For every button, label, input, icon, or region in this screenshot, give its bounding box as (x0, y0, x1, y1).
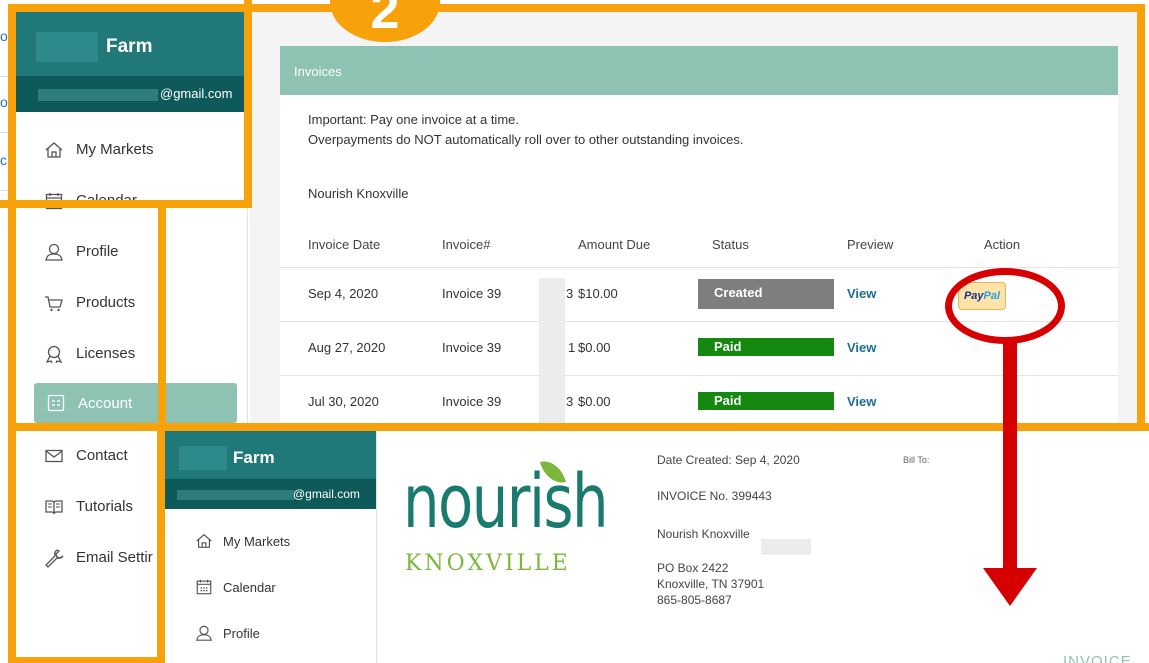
sidebar-item-profile[interactable]: Profile (165, 610, 376, 656)
amount-due: $0.00 (578, 394, 611, 409)
invoice-heading: INVOICE (1063, 653, 1132, 663)
column-header: Invoice Date (308, 237, 381, 252)
farm-name: Farm (233, 448, 275, 467)
inset-sidebar-nav: My Markets Calendar Profile (165, 509, 376, 656)
amount-due: $10.00 (578, 286, 618, 301)
amount-due: $0.00 (578, 340, 611, 355)
background-text: oc (0, 28, 15, 44)
column-header: Amount Due (578, 237, 651, 252)
redaction-block (761, 539, 811, 555)
email-domain: @gmail.com (160, 86, 233, 101)
redaction-block (36, 32, 98, 62)
invoice-date: Sep 4, 2020 (308, 286, 379, 301)
wrench-icon (44, 548, 64, 568)
invoice-number: Invoice 39 (442, 286, 502, 301)
table-row: Jul 30, 2020 Invoice 39 3 $0.00 Paid Vie… (280, 376, 1118, 430)
redaction-block (177, 490, 295, 500)
calendar-icon (195, 578, 213, 596)
sidebar-item-licenses[interactable]: Licenses (16, 328, 247, 379)
invoice-number-tail: 3 (566, 394, 574, 409)
sidebar-item-label: Profile (223, 625, 260, 641)
sidebar-item-label: Profile (76, 243, 119, 260)
sidebar-item-label: Products (76, 294, 136, 311)
account-icon (46, 393, 66, 413)
invoice-number: Invoice 39 (442, 394, 502, 409)
sidebar-item-account[interactable]: Account (34, 383, 237, 423)
background-text: c (0, 152, 7, 168)
farm-name: Farm (106, 36, 153, 57)
notice-line: Overpayments do NOT automatically roll o… (308, 132, 744, 147)
sidebar-item-label: Tutorials (76, 498, 133, 515)
sidebar-item-label: My Markets (223, 533, 291, 549)
payment-notice: Important: Pay one invoice at a time. Ov… (308, 110, 743, 150)
calendar-icon (44, 191, 64, 211)
inset-sidebar: Farm @gmail.com My Markets Calendar Prof… (165, 431, 377, 663)
invoice-preview-inset: Farm @gmail.com My Markets Calendar Prof… (165, 431, 1149, 663)
invoice-number: INVOICE No. 399443 (657, 489, 772, 503)
redaction-block (539, 278, 565, 424)
home-icon (195, 532, 213, 550)
redaction-block (38, 89, 158, 101)
email-domain: @gmail.com (293, 487, 360, 501)
status-badge: Created (698, 279, 834, 309)
background-text: o (0, 94, 8, 110)
sidebar-item-label: Licenses (76, 345, 136, 362)
address-line: Knoxville, TN 37901 (657, 577, 765, 591)
sidebar-item-label: Calendar (76, 192, 137, 209)
view-link[interactable]: View (847, 394, 876, 409)
invoice-number-tail: 3 (566, 286, 574, 301)
cart-icon (44, 293, 64, 313)
table-header: Invoice Date Invoice# Amount Due Status … (280, 234, 1118, 268)
envelope-icon (44, 446, 64, 466)
notice-line: Important: Pay one invoice at a time. (308, 112, 519, 127)
invoices-panel: Invoices Important: Pay one invoice at a… (280, 46, 1118, 424)
home-icon (44, 140, 64, 160)
sidebar-item-calendar[interactable]: Calendar (165, 564, 376, 610)
inset-sidebar-email: @gmail.com (165, 479, 376, 509)
redaction-block (179, 446, 227, 470)
sidebar-item-label: Contact (76, 447, 128, 464)
status-badge: Paid (698, 338, 834, 356)
column-header: Status (712, 237, 749, 252)
invoice-date: Aug 27, 2020 (308, 340, 386, 355)
sidebar-email: @gmail.com (16, 76, 247, 112)
ribbon-icon (44, 344, 64, 364)
sidebar-item-products[interactable]: Products (16, 277, 247, 328)
market-name: Nourish Knoxville (308, 186, 409, 201)
invoice-number-tail: 1 (568, 340, 576, 355)
view-link[interactable]: View (847, 286, 876, 301)
sidebar-item-profile[interactable]: Profile (16, 226, 247, 277)
date-created: Date Created: Sep 4, 2020 (657, 453, 800, 467)
sidebar-item-my-markets[interactable]: My Markets (16, 124, 247, 175)
invoice-date: Jul 30, 2020 (308, 394, 379, 409)
view-link[interactable]: View (847, 340, 876, 355)
market-name: Nourish Knoxville (657, 527, 750, 541)
sidebar-item-label: Calendar (223, 579, 276, 595)
phone-number: 865-805-8687 (657, 593, 732, 607)
sidebar-item-label: My Markets (76, 141, 154, 158)
sidebar-header: Farm (16, 12, 247, 76)
bill-to-label: Bill To: (903, 455, 930, 465)
column-header: Invoice# (442, 237, 491, 252)
logo-wordmark: nourish (403, 459, 609, 545)
inset-sidebar-header: Farm (165, 431, 376, 479)
status-badge: Paid (698, 392, 834, 410)
sidebar-item-label: Email Settir (76, 549, 153, 566)
person-icon (44, 242, 64, 262)
panel-title: Invoices (280, 46, 1118, 95)
book-icon (44, 497, 64, 517)
highlight-circle (945, 268, 1065, 344)
arrow-shaft (1003, 340, 1017, 572)
column-header: Preview (847, 237, 894, 252)
person-icon (195, 624, 213, 642)
nourish-knoxville-logo: nourish KNOXVILLE (403, 456, 633, 589)
address-line: PO Box 2422 (657, 561, 729, 575)
sidebar-item-my-markets[interactable]: My Markets (165, 518, 376, 564)
logo-city: KNOXVILLE (405, 551, 571, 576)
sidebar-item-label: Account (78, 394, 133, 412)
column-header: Action (984, 237, 1021, 252)
arrow-down-icon (983, 568, 1037, 606)
sidebar-item-calendar[interactable]: Calendar (16, 175, 247, 226)
invoice-number: Invoice 39 (442, 340, 502, 355)
